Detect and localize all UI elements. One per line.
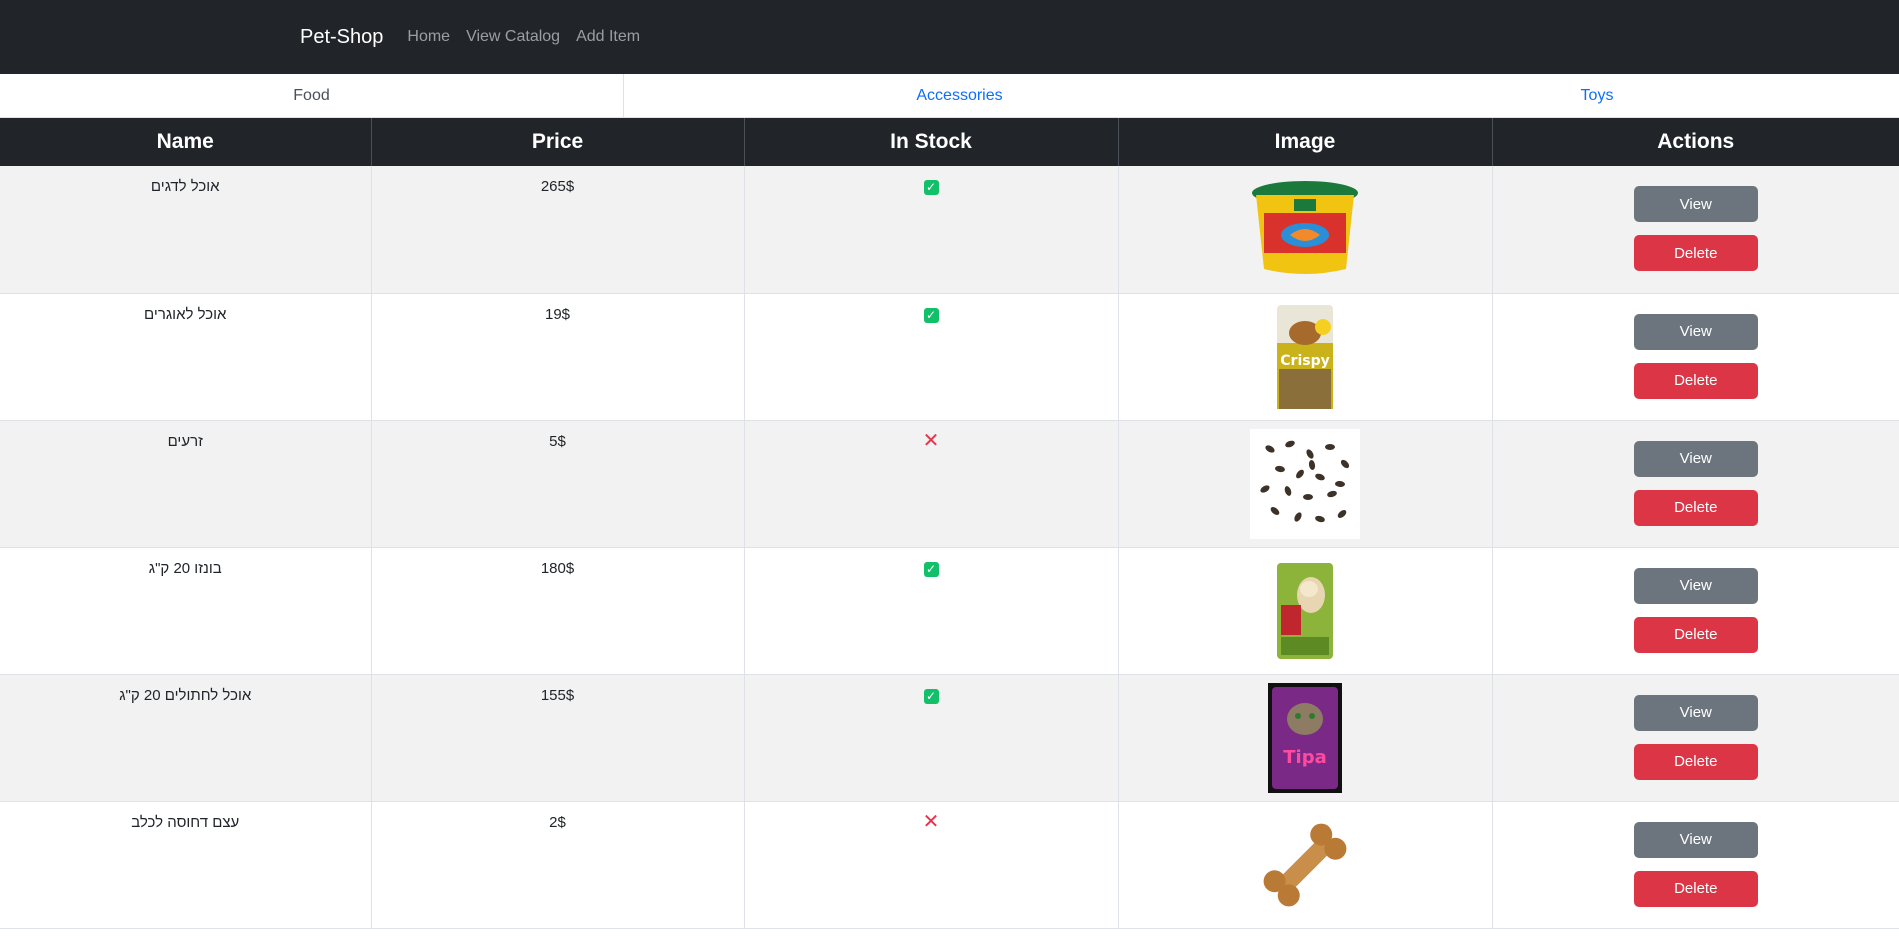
svg-text:Tipa: Tipa: [1283, 747, 1326, 768]
nav-link-add-item[interactable]: Add Item: [576, 28, 640, 46]
cell-image: [1118, 166, 1493, 294]
cell-price: 19$: [371, 293, 745, 421]
product-name: אוכל לדגים: [150, 178, 220, 195]
cell-price: 2$: [371, 801, 745, 929]
view-button[interactable]: View: [1633, 186, 1758, 222]
product-price: 265$: [540, 178, 575, 195]
cell-actions: View Delete: [1492, 166, 1899, 294]
header-image: Image: [1118, 118, 1493, 166]
cell-in-stock: ✓: [744, 547, 1119, 675]
checkbox-check-icon: ✓: [923, 180, 939, 195]
tab-accessories[interactable]: Accessories: [624, 74, 1295, 117]
view-button[interactable]: View: [1633, 440, 1758, 477]
product-name: אוכל לחתולים 20 ק"ג: [119, 686, 252, 704]
cell-image: [1118, 420, 1493, 548]
products-table: Name Price In Stock Image Actions אוכל ל…: [0, 118, 1899, 929]
header-price: Price: [371, 118, 745, 166]
red-x-icon: ✕: [922, 810, 940, 833]
checkbox-check-icon: ✓: [923, 688, 939, 704]
svg-text:Crispy: Crispy: [1280, 353, 1329, 369]
cell-name: זרעים: [0, 420, 372, 548]
checkbox-check-icon: ✓: [923, 561, 939, 577]
navbar: Pet-Shop Home View Catalog Add Item: [0, 0, 1899, 74]
tab-toys[interactable]: Toys: [1295, 74, 1899, 117]
cell-name: אוכל לדגים: [0, 166, 372, 294]
view-button[interactable]: View: [1633, 694, 1758, 731]
fish-food-bucket-image: [1250, 174, 1360, 284]
delete-button[interactable]: Delete: [1633, 743, 1758, 780]
table-row: אוכל לאוגרים 19$ ✓ Crispy View Delete: [0, 293, 1899, 421]
cell-name: אוכל לחתולים 20 ק"ג: [0, 674, 372, 802]
table-row: עצם דחוסה לכלב 2$ ✕ View Delete: [0, 801, 1899, 929]
dog-bone-image: [1250, 810, 1360, 920]
nav-link-view-catalog[interactable]: View Catalog: [466, 28, 560, 46]
cell-price: 155$: [371, 674, 745, 802]
view-button[interactable]: View: [1633, 567, 1758, 604]
header-name: Name: [0, 118, 372, 166]
cell-price: 180$: [371, 547, 745, 675]
cell-name: עצם דחוסה לכלב: [0, 801, 372, 929]
category-tabs: Food Accessories Toys: [0, 74, 1899, 118]
cell-in-stock: ✓: [744, 166, 1119, 294]
table-row: אוכל לדגים 265$ ✓ View Delete: [0, 166, 1899, 294]
product-price: 19$: [544, 305, 571, 323]
product-name: זרעים: [167, 432, 203, 450]
cell-in-stock: ✓: [744, 293, 1119, 421]
hamster-food-bag-image: Crispy: [1250, 302, 1360, 412]
delete-button[interactable]: Delete: [1633, 870, 1758, 907]
delete-button[interactable]: Delete: [1633, 616, 1758, 653]
cell-actions: View Delete: [1492, 547, 1899, 675]
delete-button[interactable]: Delete: [1633, 489, 1758, 526]
product-name: עצם דחוסה לכלב: [131, 813, 240, 831]
cell-actions: View Delete: [1492, 674, 1899, 802]
cell-name: בונזו 20 ק"ג: [0, 547, 372, 675]
cell-image: [1118, 547, 1493, 675]
brand-logo[interactable]: Pet-Shop: [300, 26, 383, 49]
cell-name: אוכל לאוגרים: [0, 293, 372, 421]
cell-image: Tipa: [1118, 674, 1493, 802]
seeds-image: [1250, 428, 1360, 539]
cell-in-stock: ✕: [744, 801, 1119, 929]
checkbox-check-icon: ✓: [923, 307, 939, 323]
product-name: בונזו 20 ק"ג: [148, 559, 222, 577]
table-row: בונזו 20 ק"ג 180$ ✓ View Delete: [0, 547, 1899, 675]
product-price: 2$: [549, 813, 566, 831]
delete-button[interactable]: Delete: [1633, 362, 1758, 399]
cell-price: 5$: [371, 420, 745, 548]
cell-price: 265$: [371, 166, 745, 294]
cell-actions: View Delete: [1492, 801, 1899, 929]
product-price: 180$: [540, 559, 575, 577]
cell-image: Crispy: [1118, 293, 1493, 421]
header-actions: Actions: [1492, 118, 1899, 166]
tab-food[interactable]: Food: [0, 74, 624, 117]
cat-food-bag-image: Tipa: [1250, 682, 1360, 793]
table-row: זרעים 5$ ✕ View Delete: [0, 420, 1899, 548]
cell-image: [1118, 801, 1493, 929]
product-price: 5$: [549, 432, 566, 450]
dog-food-bag-image: [1250, 556, 1360, 666]
delete-button[interactable]: Delete: [1633, 235, 1758, 271]
view-button[interactable]: View: [1633, 821, 1758, 858]
product-name: אוכל לאוגרים: [144, 305, 227, 323]
header-in-stock: In Stock: [744, 118, 1119, 166]
product-price: 155$: [540, 686, 575, 704]
nav-link-home[interactable]: Home: [407, 28, 450, 46]
view-button[interactable]: View: [1633, 313, 1758, 350]
cell-in-stock: ✓: [744, 674, 1119, 802]
cell-actions: View Delete: [1492, 293, 1899, 421]
cell-actions: View Delete: [1492, 420, 1899, 548]
cell-in-stock: ✕: [744, 420, 1119, 548]
red-x-icon: ✕: [922, 429, 940, 452]
table-row: אוכל לחתולים 20 ק"ג 155$ ✓ Tipa View Delete: [0, 674, 1899, 802]
